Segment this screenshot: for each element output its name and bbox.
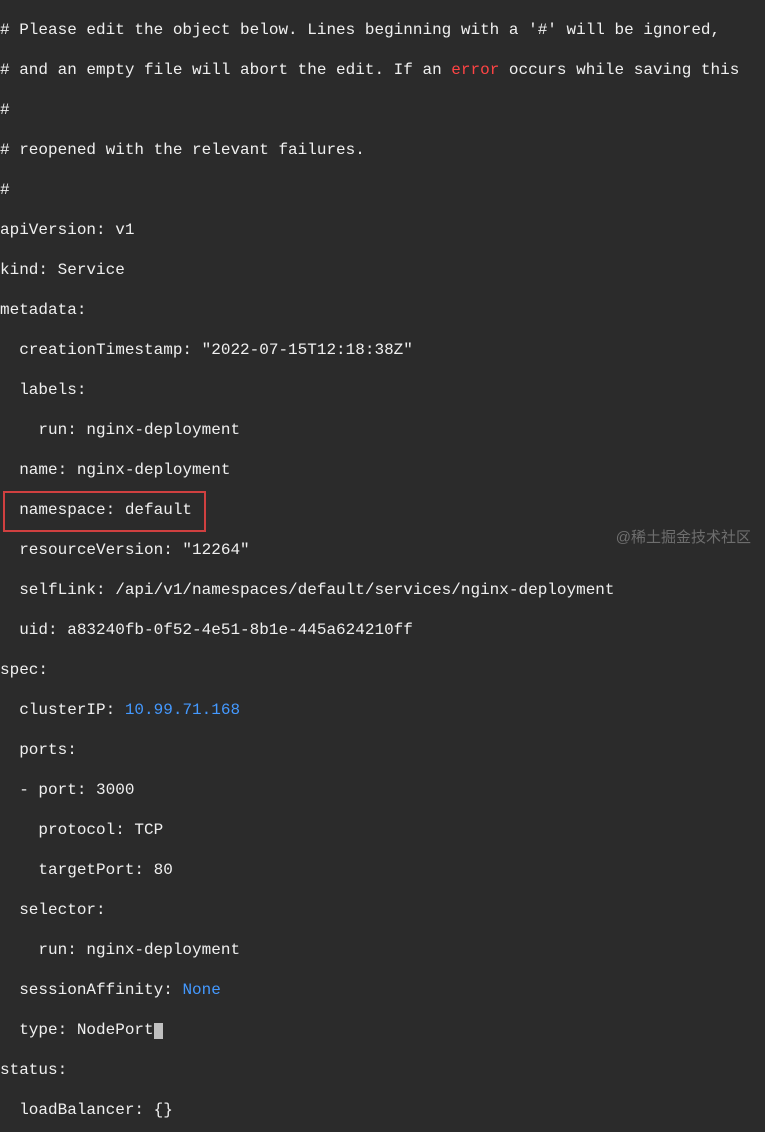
yaml-line: metadata:	[0, 300, 765, 320]
yaml-line: ports:	[0, 740, 765, 760]
yaml-line: uid: a83240fb-0f52-4e51-8b1e-445a624210f…	[0, 620, 765, 640]
yaml-line: labels:	[0, 380, 765, 400]
yaml-line: name: nginx-deployment	[0, 460, 765, 480]
yaml-line: targetPort: 80	[0, 860, 765, 880]
cursor-icon	[154, 1023, 163, 1039]
yaml-line: apiVersion: v1	[0, 220, 765, 240]
yaml-line: run: nginx-deployment	[0, 940, 765, 960]
watermark-text: @稀土掘金技术社区	[616, 529, 751, 548]
yaml-line: protocol: TCP	[0, 820, 765, 840]
yaml-type-line: type: NodePort	[0, 1020, 765, 1040]
yaml-line: loadBalancer: {}	[0, 1100, 765, 1120]
comment-line: # Please edit the object below. Lines be…	[0, 20, 765, 40]
yaml-line: status:	[0, 1060, 765, 1080]
yaml-line: kind: Service	[0, 260, 765, 280]
error-keyword: error	[451, 61, 499, 79]
comment-line: # and an empty file will abort the edit.…	[0, 60, 765, 80]
text-editor[interactable]: # Please edit the object below. Lines be…	[0, 0, 765, 1132]
comment-line: # reopened with the relevant failures.	[0, 140, 765, 160]
yaml-line: sessionAffinity: None	[0, 980, 765, 1000]
session-affinity-value: None	[182, 981, 220, 999]
yaml-line: run: nginx-deployment	[0, 420, 765, 440]
yaml-line: namespace: default	[0, 500, 765, 520]
yaml-line: clusterIP: 10.99.71.168	[0, 700, 765, 720]
cluster-ip-value: 10.99.71.168	[125, 701, 240, 719]
yaml-line: selfLink: /api/v1/namespaces/default/ser…	[0, 580, 765, 600]
yaml-line: - port: 3000	[0, 780, 765, 800]
yaml-line: creationTimestamp: "2022-07-15T12:18:38Z…	[0, 340, 765, 360]
yaml-line: spec:	[0, 660, 765, 680]
comment-line: #	[0, 100, 765, 120]
yaml-line: selector:	[0, 900, 765, 920]
comment-line: #	[0, 180, 765, 200]
